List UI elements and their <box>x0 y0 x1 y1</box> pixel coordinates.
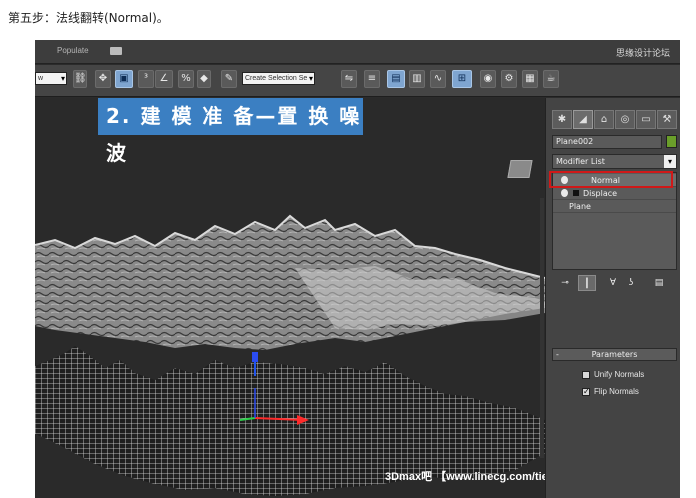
populate-menu[interactable]: Populate <box>57 46 89 55</box>
motion-tab-icon[interactable]: ◎ <box>615 110 635 129</box>
mirror-icon[interactable]: ⇋ <box>341 70 357 88</box>
menu-mini-icon[interactable] <box>110 47 122 55</box>
edit-named-sets-icon[interactable]: ✎ <box>221 70 237 88</box>
step-caption: 第五步：法线翻转(Normal)。 <box>8 11 169 25</box>
unify-normals-label: Unify Normals <box>594 370 645 379</box>
unify-normals-checkbox[interactable] <box>582 371 590 379</box>
flip-normals-checkbox[interactable]: ✓ <box>582 388 590 396</box>
modify-tab-icon[interactable]: ◢ <box>573 110 593 129</box>
percent-snap-icon[interactable]: % <box>178 70 194 88</box>
move-icon[interactable]: ✥ <box>95 70 111 88</box>
expand-toggle-icon[interactable] <box>573 190 579 196</box>
remove-modifier-icon[interactable]: ʖ <box>622 275 640 291</box>
align-icon[interactable]: ≡ <box>364 70 380 88</box>
collapse-icon[interactable]: - <box>556 349 559 360</box>
perspective-viewport[interactable]: 2. 建 模 准 备—置 换 噪 波 3Dmax吧 【www.linecg.co… <box>35 98 599 498</box>
render-setup-icon[interactable]: ⚙ <box>501 70 517 88</box>
parameters-rollout: Unify Normals ✓ Flip Normals <box>552 362 677 414</box>
display-tab-icon[interactable]: ▭ <box>636 110 656 129</box>
viewport-scrollbar[interactable] <box>540 198 544 458</box>
main-toolbar: w ⛓ ✥ ▣ ³ ∠ % ◆ ✎ Create Selection Se ⇋ … <box>35 65 680 97</box>
flip-normals-label: Flip Normals <box>594 387 639 396</box>
create-tab-icon[interactable]: ✱ <box>552 110 572 129</box>
tutorial-banner: 2. 建 模 准 备—置 换 噪 波 <box>98 98 363 165</box>
max-screenshot: Populate 思缘设计论坛 w ⛓ ✥ ▣ ³ ∠ % ◆ ✎ Create… <box>35 40 680 498</box>
hierarchy-tab-icon[interactable]: ⌂ <box>594 110 614 129</box>
curve-editor-icon[interactable]: ∿ <box>430 70 446 88</box>
utilities-tab-icon[interactable]: ⚒ <box>657 110 677 129</box>
stack-item-label: Displace <box>583 189 618 198</box>
parameters-rollout-header[interactable]: - Parameters <box>552 348 677 361</box>
selection-set-dropdown[interactable]: Create Selection Se <box>242 72 315 85</box>
view-dropdown[interactable]: w <box>35 72 67 85</box>
menu-bar: Populate 思缘设计论坛 <box>35 40 680 64</box>
schematic-view-icon[interactable]: ⊞ <box>452 70 472 88</box>
configure-sets-icon[interactable]: ▤ <box>650 275 668 291</box>
stack-item-plane[interactable]: Plane <box>553 200 676 213</box>
render-icon[interactable]: ☕ <box>543 70 559 88</box>
select-region-icon[interactable]: ▣ <box>115 70 133 88</box>
render-frame-icon[interactable]: ▦ <box>522 70 538 88</box>
lightbulb-icon[interactable] <box>561 189 568 197</box>
parameters-title: Parameters <box>591 350 638 359</box>
stack-toolbar: ⊸ ┃ ∀ ʖ ▤ <box>552 275 677 293</box>
object-name-field[interactable]: Plane002 <box>552 135 662 149</box>
spinner-snap-icon[interactable]: ◆ <box>197 70 211 88</box>
modifier-list-label: Modifier List <box>556 157 605 166</box>
make-unique-icon[interactable]: ∀ <box>604 275 622 291</box>
highlight-frame <box>549 171 673 188</box>
ribbon-icon[interactable]: ▥ <box>409 70 425 88</box>
material-editor-icon[interactable]: ◉ <box>480 70 496 88</box>
chevron-down-icon[interactable]: ▾ <box>664 155 676 168</box>
layer-manager-icon[interactable]: ▤ <box>387 70 405 88</box>
show-end-result-icon[interactable]: ┃ <box>578 275 596 291</box>
select-link-icon[interactable]: ⛓ <box>73 70 87 88</box>
viewcube-icon[interactable] <box>507 160 533 178</box>
object-color-swatch[interactable] <box>666 135 677 148</box>
stack-item-displace[interactable]: Displace <box>553 187 676 200</box>
command-panel: ✱ ◢ ⌂ ◎ ▭ ⚒ Plane002 Modifier List ▾ Nor… <box>545 98 680 498</box>
modifier-list-dropdown[interactable]: Modifier List ▾ <box>552 154 677 169</box>
stack-item-label: Plane <box>569 202 591 211</box>
pin-stack-icon[interactable]: ⊸ <box>556 275 574 291</box>
angle-snap-icon[interactable]: ∠ <box>155 70 173 88</box>
forum-brand-logo: 思缘设计论坛 <box>615 49 670 59</box>
snap-3-icon[interactable]: ³ <box>138 70 154 88</box>
